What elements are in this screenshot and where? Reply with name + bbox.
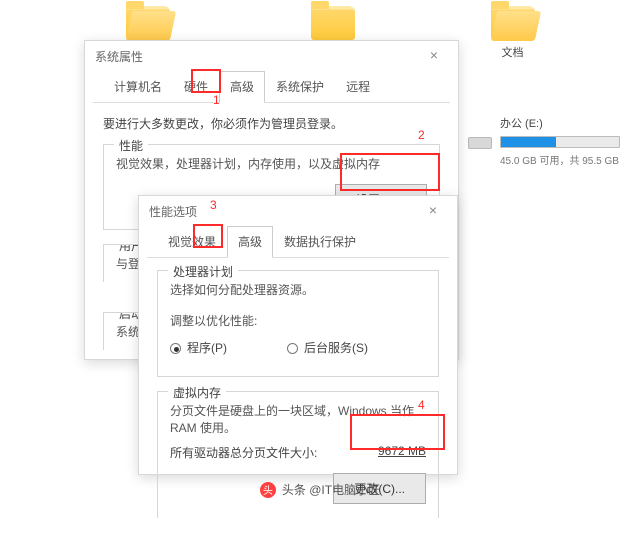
drive-icon: [468, 137, 492, 149]
tab-computer-name[interactable]: 计算机名: [103, 71, 173, 103]
adjust-label: 调整以优化性能:: [170, 312, 426, 329]
vm-total-value: 9672 MB: [378, 444, 426, 461]
annotation-marker-2: 2: [418, 128, 425, 142]
window-title: 性能选项: [149, 203, 197, 220]
radio-dot-icon: [287, 343, 298, 354]
group-legend: 虚拟内存: [168, 384, 226, 401]
radio-background-services[interactable]: 后台服务(S): [287, 339, 368, 356]
radio-dot-icon: [170, 343, 181, 354]
tab-visual-effects[interactable]: 视觉效果: [157, 226, 227, 258]
titlebar[interactable]: 性能选项 ×: [139, 196, 457, 226]
folder-label: 文档: [480, 44, 545, 60]
annotation-marker-1: 1: [213, 93, 220, 107]
tabs: 视觉效果 高级 数据执行保护: [147, 226, 449, 258]
window-performance-options: 性能选项 × 视觉效果 高级 数据执行保护 处理器计划 选择如何分配处理器资源。…: [138, 195, 458, 475]
annotation-marker-4: 4: [418, 398, 425, 412]
group-legend: 处理器计划: [168, 263, 238, 280]
tab-dep[interactable]: 数据执行保护: [273, 226, 367, 258]
window-title: 系统属性: [95, 48, 143, 65]
group-legend: 性能: [114, 137, 148, 154]
folder-icon: [311, 6, 355, 40]
close-icon[interactable]: ×: [419, 201, 447, 221]
folder-icon: [126, 6, 170, 40]
group-virtual-memory: 虚拟内存 分页文件是硬盘上的一块区域，Windows 当作 RAM 使用。 所有…: [157, 391, 439, 518]
group-desc: 选择如何分配处理器资源。: [170, 281, 426, 298]
drive-name: 办公 (E:): [500, 115, 635, 131]
attribution: 头 头条 @IT电脑小匠: [0, 481, 640, 498]
group-desc: 分页文件是硬盘上的一块区域，Windows 当作 RAM 使用。: [170, 402, 426, 436]
tab-advanced[interactable]: 高级: [227, 226, 273, 258]
close-icon[interactable]: ×: [420, 46, 448, 66]
tab-advanced[interactable]: 高级: [219, 71, 265, 103]
attribution-icon: 头: [260, 482, 276, 498]
drive-e[interactable]: 办公 (E:) 45.0 GB 可用，共 95.5 GB: [500, 115, 635, 167]
tab-system-protection[interactable]: 系统保护: [265, 71, 335, 103]
tab-remote[interactable]: 远程: [335, 71, 381, 103]
attribution-text: 头条 @IT电脑小匠: [282, 481, 380, 498]
drive-status: 45.0 GB 可用，共 95.5 GB: [500, 152, 635, 167]
radio-programs[interactable]: 程序(P): [170, 339, 227, 356]
folder-icon: [491, 6, 535, 40]
admin-note: 要进行大多数更改，你必须作为管理员登录。: [103, 115, 440, 132]
annotation-marker-3: 3: [210, 198, 217, 212]
folder-documents[interactable]: 文档: [480, 6, 545, 60]
tabs: 计算机名 硬件 高级 系统保护 远程: [93, 71, 450, 103]
titlebar[interactable]: 系统属性 ×: [85, 41, 458, 71]
group-processor-scheduling: 处理器计划 选择如何分配处理器资源。 调整以优化性能: 程序(P) 后台服务(S…: [157, 270, 439, 377]
window-body: 处理器计划 选择如何分配处理器资源。 调整以优化性能: 程序(P) 后台服务(S…: [139, 258, 457, 544]
drive-usage-bar: [500, 136, 620, 148]
desktop: 视频 图片 文档 办公 (E:) 45.0 GB 可用，共 95.5 GB 系统…: [0, 0, 640, 504]
group-desc: 视觉效果，处理器计划，内存使用，以及虚拟内存: [116, 155, 427, 172]
vm-total-label: 所有驱动器总分页文件大小:: [170, 444, 317, 461]
